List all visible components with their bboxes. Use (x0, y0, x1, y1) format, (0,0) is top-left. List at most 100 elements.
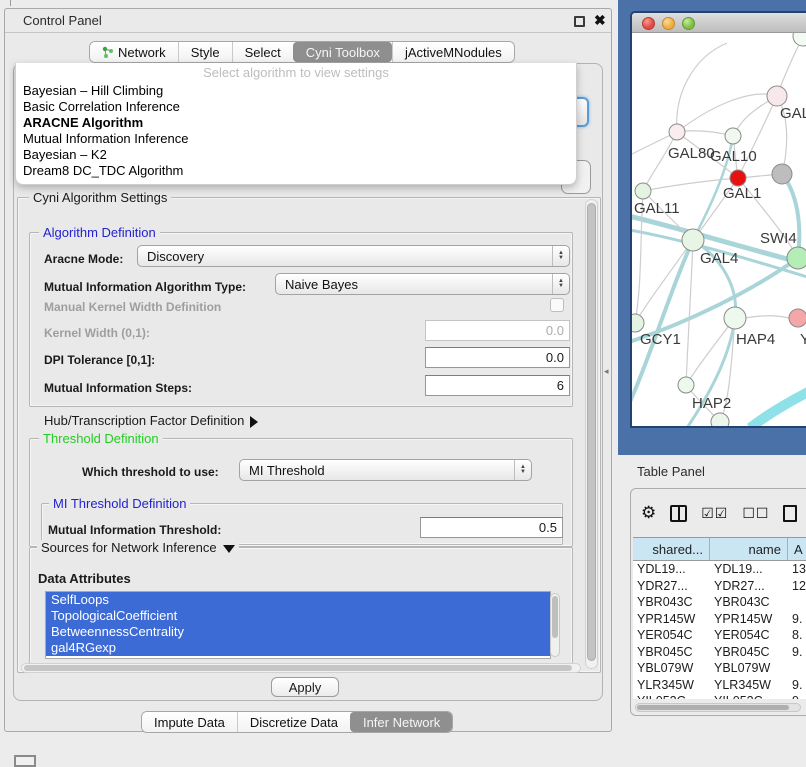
table-cell[interactable]: YER054C (633, 627, 710, 644)
table-cell[interactable]: YER054C (710, 627, 788, 644)
table-cell[interactable]: 12 (788, 578, 806, 595)
float-window-icon[interactable] (574, 16, 585, 27)
table-cell[interactable]: YBL079W (633, 660, 710, 677)
attribute-list-scrollbar[interactable] (550, 593, 560, 657)
network-node-gal4[interactable] (682, 229, 704, 251)
kernel-width-input[interactable]: 0.0 (425, 320, 570, 341)
network-node-y[interactable] (789, 309, 806, 327)
dpi-tolerance-input[interactable]: 0.0 (425, 347, 570, 368)
mi-steps-input[interactable]: 6 (425, 375, 570, 396)
algorithm-option[interactable]: Mutual Information Inference (16, 131, 576, 147)
network-node-hap4[interactable] (724, 307, 746, 329)
table-cell[interactable]: YBR043C (710, 594, 788, 611)
tab-infer-network[interactable]: Infer Network (350, 712, 452, 732)
network-node-gal[interactable] (767, 86, 787, 106)
table-row[interactable]: YBR045CYBR045C9. (633, 644, 806, 661)
tab-style[interactable]: Style (178, 42, 232, 62)
table-cell[interactable]: YLR345W (633, 677, 710, 694)
algorithm-option[interactable]: Bayesian – Hill Climbing (16, 83, 576, 99)
tab-impute-data[interactable]: Impute Data (142, 712, 237, 732)
table-row[interactable]: YBR043CYBR043C (633, 594, 806, 611)
network-canvas[interactable]: GALGAL80GAL10GAL1GAL11GAL4SWI4GCY1HAP4YH… (632, 33, 806, 428)
mi-algorithm-type-combo[interactable]: Naive Bayes ▲▼ (275, 273, 570, 295)
settings-horizontal-scrollbar[interactable] (21, 663, 581, 673)
close-icon[interactable]: ✖ (594, 12, 606, 29)
network-node-gal1[interactable] (730, 170, 746, 186)
table-cell[interactable]: YDR27... (633, 578, 710, 595)
network-node-gal11[interactable] (635, 183, 651, 199)
close-traffic-light-icon[interactable] (642, 17, 655, 30)
table-cell[interactable]: 13 (788, 561, 806, 578)
tab-cyni-toolbox[interactable]: Cyni Toolbox (293, 42, 392, 62)
scrollbar-thumb[interactable] (587, 203, 596, 661)
network-node[interactable] (711, 413, 729, 428)
table-cell[interactable]: 8. (788, 627, 806, 644)
document-icon[interactable] (783, 505, 797, 522)
algorithm-option[interactable]: Bayesian – K2 (16, 147, 576, 163)
table-row[interactable]: YDR27...YDR27...12 (633, 578, 806, 595)
minimize-traffic-light-icon[interactable] (662, 17, 675, 30)
tab-select[interactable]: Select (232, 42, 293, 62)
columns-icon[interactable] (670, 505, 687, 522)
table-row[interactable]: YIL052CYIL052C9 (633, 693, 806, 699)
manual-kernel-width-checkbox[interactable] (550, 298, 564, 312)
table-cell[interactable]: 9. (788, 644, 806, 661)
aracne-mode-combo[interactable]: Discovery ▲▼ (137, 245, 570, 267)
mi-threshold-input[interactable]: 0.5 (420, 517, 563, 538)
network-node[interactable] (793, 33, 806, 46)
table-cell[interactable]: YIL052C (633, 693, 710, 699)
data-attribute-item[interactable]: BetweennessCentrality (46, 624, 550, 640)
gear-icon[interactable]: ⚙ (641, 503, 656, 523)
hub-tf-definition-toggle[interactable]: Hub/Transcription Factor Definition (44, 413, 258, 428)
data-attribute-item[interactable]: TopologicalCoefficient (46, 608, 550, 624)
network-node-gal80[interactable] (669, 124, 685, 140)
algorithm-option[interactable]: ARACNE Algorithm (16, 115, 576, 131)
show-columns-icon[interactable]: ☑☑ (701, 505, 728, 522)
column-header-truncated[interactable]: A (788, 538, 806, 560)
panel-splitter-collapse-arrow[interactable]: ◂ (604, 366, 609, 377)
table-cell[interactable]: YPR145W (710, 611, 788, 628)
tab-network[interactable]: Network (90, 42, 178, 62)
table-row[interactable]: YPR145WYPR145W9. (633, 611, 806, 628)
table-cell[interactable]: YLR345W (710, 677, 788, 694)
table-row[interactable]: YBL079WYBL079W (633, 660, 806, 677)
data-attribute-item[interactable]: gal4RGexp (46, 640, 550, 656)
table-row[interactable]: YER054CYER054C8. (633, 627, 806, 644)
table-cell[interactable]: YDL19... (710, 561, 788, 578)
tab-jactivemnodules[interactable]: jActiveMNodules (392, 42, 514, 62)
table-cell[interactable] (788, 660, 806, 677)
table-cell[interactable]: YPR145W (633, 611, 710, 628)
zoom-traffic-light-icon[interactable] (682, 17, 695, 30)
minimized-panel-icon[interactable] (14, 755, 36, 767)
algorithm-option[interactable]: Dream8 DC_TDC Algorithm (16, 163, 576, 179)
table-row[interactable]: YDL19...YDL19...13 (633, 561, 806, 578)
column-header-name[interactable]: name (710, 538, 788, 560)
table-cell[interactable]: YBL079W (710, 660, 788, 677)
table-row[interactable]: YLR345WYLR345W9. (633, 677, 806, 694)
network-node-gcy1[interactable] (632, 314, 644, 332)
table-cell[interactable]: 9. (788, 677, 806, 694)
table-cell[interactable]: YDR27... (710, 578, 788, 595)
table-cell[interactable]: YDL19... (633, 561, 710, 578)
hide-columns-icon[interactable]: ☐☐ (742, 505, 769, 522)
network-node[interactable] (772, 164, 792, 184)
apply-button[interactable]: Apply (271, 677, 339, 697)
network-node-gal10[interactable] (725, 128, 741, 144)
table-cell[interactable]: YBR043C (633, 594, 710, 611)
scrollbar-thumb[interactable] (637, 705, 789, 710)
table-cell[interactable]: YBR045C (710, 644, 788, 661)
table-cell[interactable]: YBR045C (633, 644, 710, 661)
table-cell[interactable] (788, 594, 806, 611)
table-cell[interactable]: YIL052C (710, 693, 788, 699)
settings-vertical-scrollbar[interactable] (585, 199, 598, 669)
table-cell[interactable]: 9. (788, 611, 806, 628)
table-cell[interactable]: 9 (788, 693, 806, 699)
data-attribute-item[interactable]: SelfLoops (46, 592, 550, 608)
which-threshold-combo[interactable]: MI Threshold ▲▼ (239, 459, 532, 481)
network-node-swi4[interactable] (787, 247, 806, 269)
scrollbar-thumb[interactable] (552, 596, 558, 638)
column-header-shared-name[interactable]: shared... (633, 538, 710, 560)
network-node-hap2[interactable] (678, 377, 694, 393)
table-horizontal-scrollbar[interactable] (635, 703, 801, 712)
tab-discretize-data[interactable]: Discretize Data (237, 712, 350, 732)
